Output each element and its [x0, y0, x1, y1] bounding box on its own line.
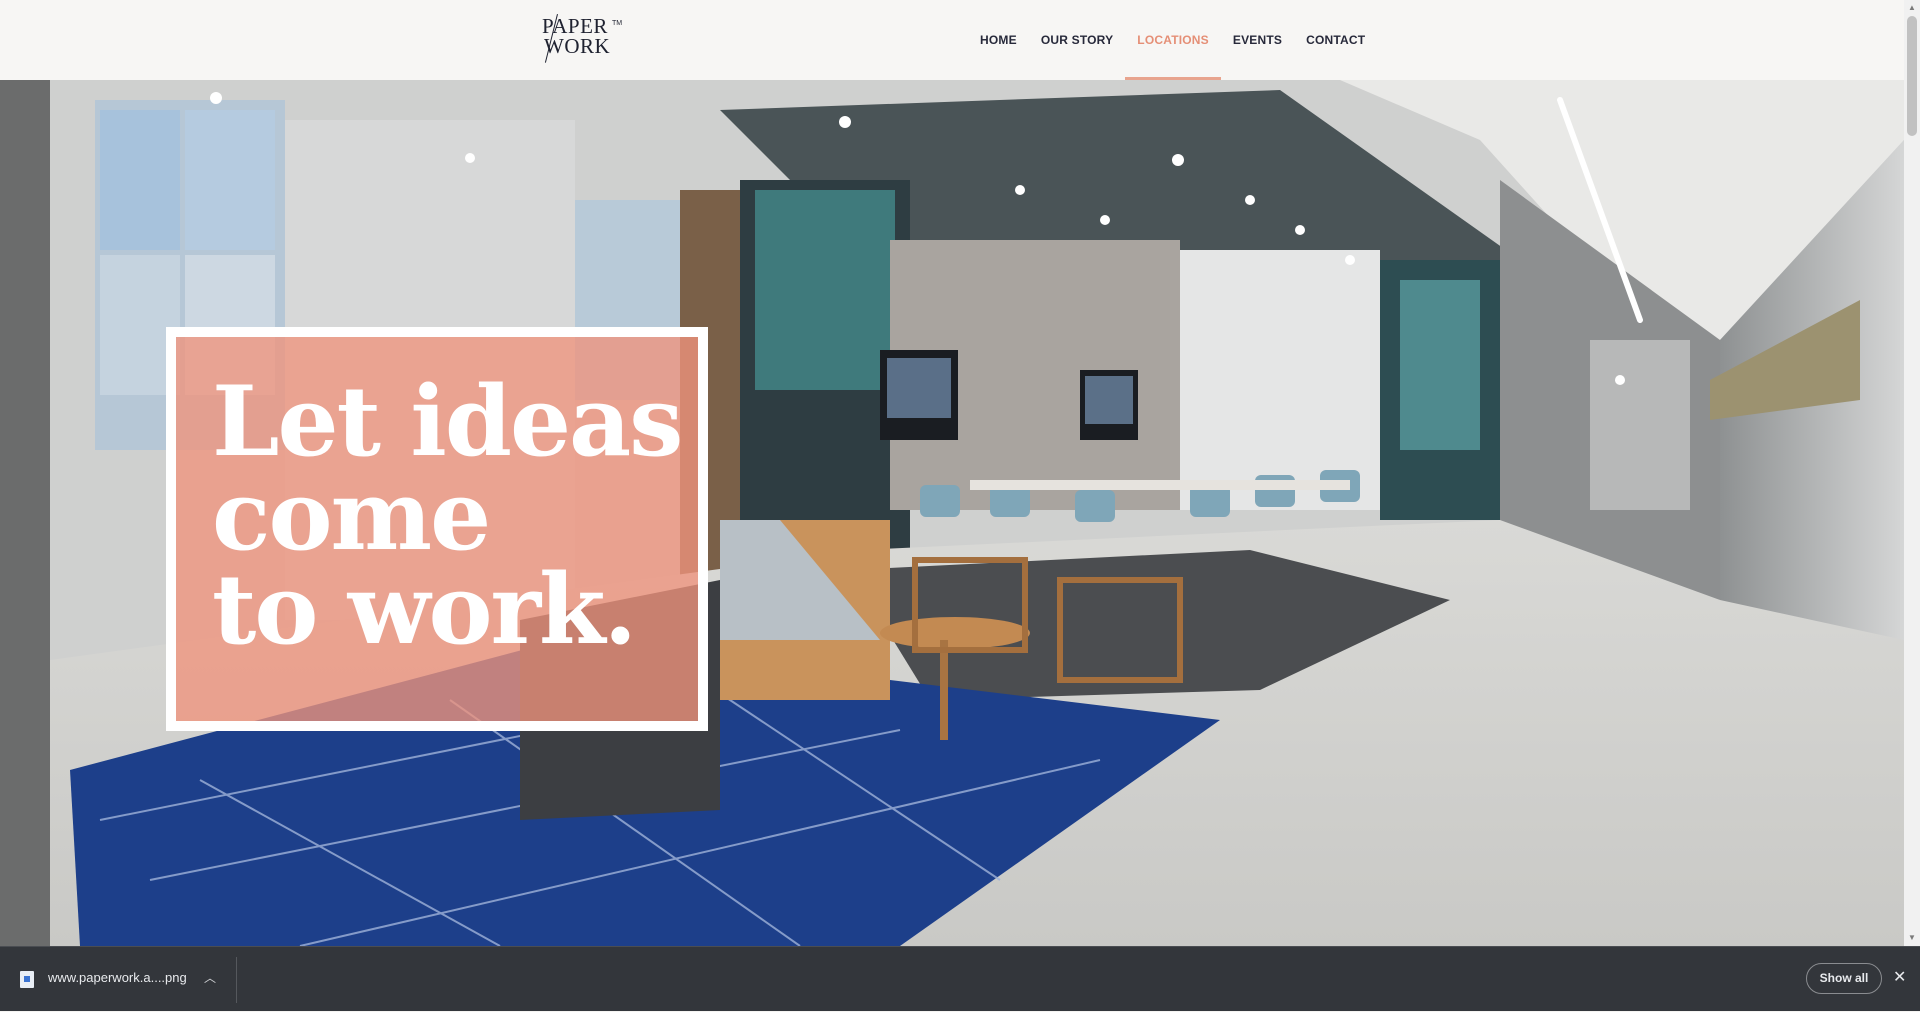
hero-section: Let ideas come to work. [0, 80, 1904, 946]
chevron-up-icon[interactable]: ︿ [204, 969, 216, 986]
scroll-up-arrow-icon[interactable]: ▲ [1904, 0, 1920, 16]
show-all-button[interactable]: Show all [1806, 963, 1882, 994]
nav-home[interactable]: HOME [980, 0, 1017, 80]
logo-trademark: TM [612, 20, 623, 27]
main-nav: HOME OUR STORY LOCATIONS EVENTS CONTACT [980, 0, 1365, 80]
close-icon[interactable]: ✕ [1893, 967, 1906, 987]
site-header: PAPER WORK TM HOME OUR STORY LOCATIONS E… [0, 0, 1904, 80]
download-separator [236, 957, 237, 1003]
page-scrollbar[interactable]: ▲ ▼ [1904, 0, 1920, 946]
download-file-name[interactable]: www.paperwork.a....png [48, 970, 187, 985]
tagline-panel: Let ideas come to work. [166, 327, 708, 731]
hero-tagline: Let ideas come to work. [212, 365, 683, 666]
nav-our-story[interactable]: OUR STORY [1041, 0, 1113, 80]
nav-contact[interactable]: CONTACT [1306, 0, 1365, 80]
nav-locations[interactable]: LOCATIONS [1125, 0, 1221, 80]
nav-events[interactable]: EVENTS [1233, 0, 1282, 80]
download-item[interactable]: www.paperwork.a....png ︿ [0, 947, 236, 1012]
download-bar: www.paperwork.a....png ︿ Show all ✕ [0, 946, 1920, 1011]
scroll-down-arrow-icon[interactable]: ▼ [1904, 930, 1920, 946]
logo-line-2: WORK [544, 34, 611, 58]
image-file-icon [20, 971, 34, 988]
paperwork-logo[interactable]: PAPER WORK TM [542, 14, 622, 66]
scroll-thumb[interactable] [1907, 16, 1917, 136]
